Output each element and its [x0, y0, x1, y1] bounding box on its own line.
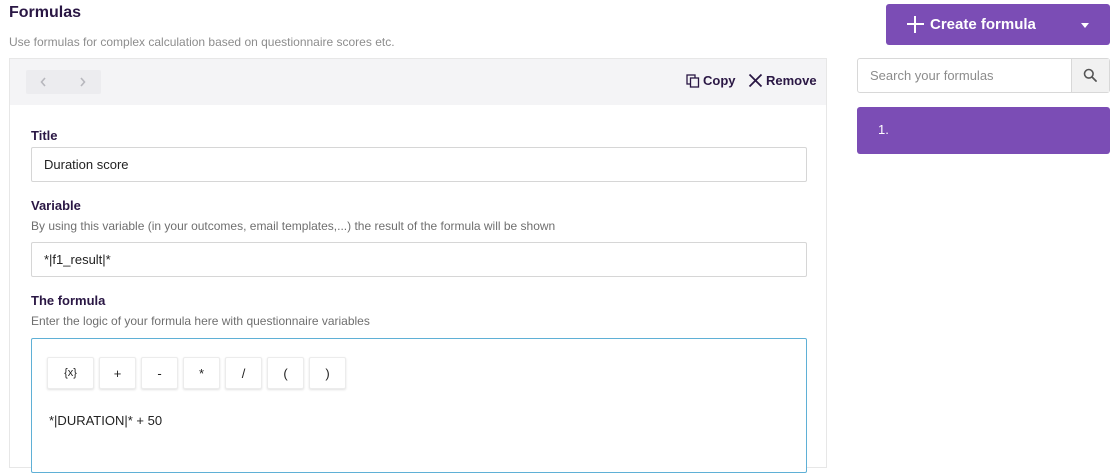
title-input[interactable]	[31, 147, 807, 182]
variable-input[interactable]	[31, 242, 807, 277]
multiply-operator-button[interactable]: *	[183, 357, 220, 389]
minus-operator-button[interactable]: -	[141, 357, 178, 389]
variable-label: Variable	[31, 198, 81, 213]
search-icon	[1083, 68, 1097, 82]
formula-label: The formula	[31, 293, 106, 308]
page-subtitle: Use formulas for complex calculation bas…	[9, 35, 395, 49]
search-input[interactable]	[858, 59, 1072, 92]
chevron-left-icon	[40, 77, 46, 87]
copy-label: Copy	[703, 73, 736, 88]
copy-button[interactable]: Copy	[686, 73, 736, 88]
variable-help: By using this variable (in your outcomes…	[31, 219, 556, 233]
remove-label: Remove	[766, 73, 817, 88]
card-toolbar: Copy Remove	[10, 59, 826, 105]
next-button[interactable]	[65, 70, 101, 94]
close-icon	[748, 73, 763, 88]
plus-icon	[907, 16, 924, 33]
open-paren-button[interactable]: (	[267, 357, 304, 389]
pagination	[26, 70, 101, 94]
page-title: Formulas	[9, 4, 82, 21]
copy-icon	[686, 73, 700, 88]
chevron-down-icon[interactable]	[1081, 23, 1089, 28]
divide-operator-button[interactable]: /	[225, 357, 262, 389]
remove-button[interactable]: Remove	[748, 73, 817, 88]
search-button[interactable]	[1071, 59, 1109, 92]
search-box	[857, 58, 1110, 93]
formula-list-item[interactable]: 1.	[857, 107, 1110, 154]
chevron-right-icon	[80, 77, 86, 87]
formula-editor[interactable]: {x} + - * / ( ) *|DURATION|* + 50	[31, 338, 807, 473]
plus-operator-button[interactable]: +	[99, 357, 136, 389]
create-formula-button[interactable]: Create formula	[886, 4, 1110, 45]
formula-list-item-label: 1.	[878, 122, 889, 137]
create-formula-label: Create formula	[930, 16, 1036, 33]
formula-text[interactable]: *|DURATION|* + 50	[49, 413, 162, 428]
formula-help: Enter the logic of your formula here wit…	[31, 314, 370, 328]
title-label: Title	[31, 128, 58, 143]
close-paren-button[interactable]: )	[309, 357, 346, 389]
insert-variable-button[interactable]: {x}	[47, 357, 94, 389]
previous-button[interactable]	[26, 70, 62, 94]
formula-card: Copy Remove Title Variable By using this…	[9, 58, 827, 473]
